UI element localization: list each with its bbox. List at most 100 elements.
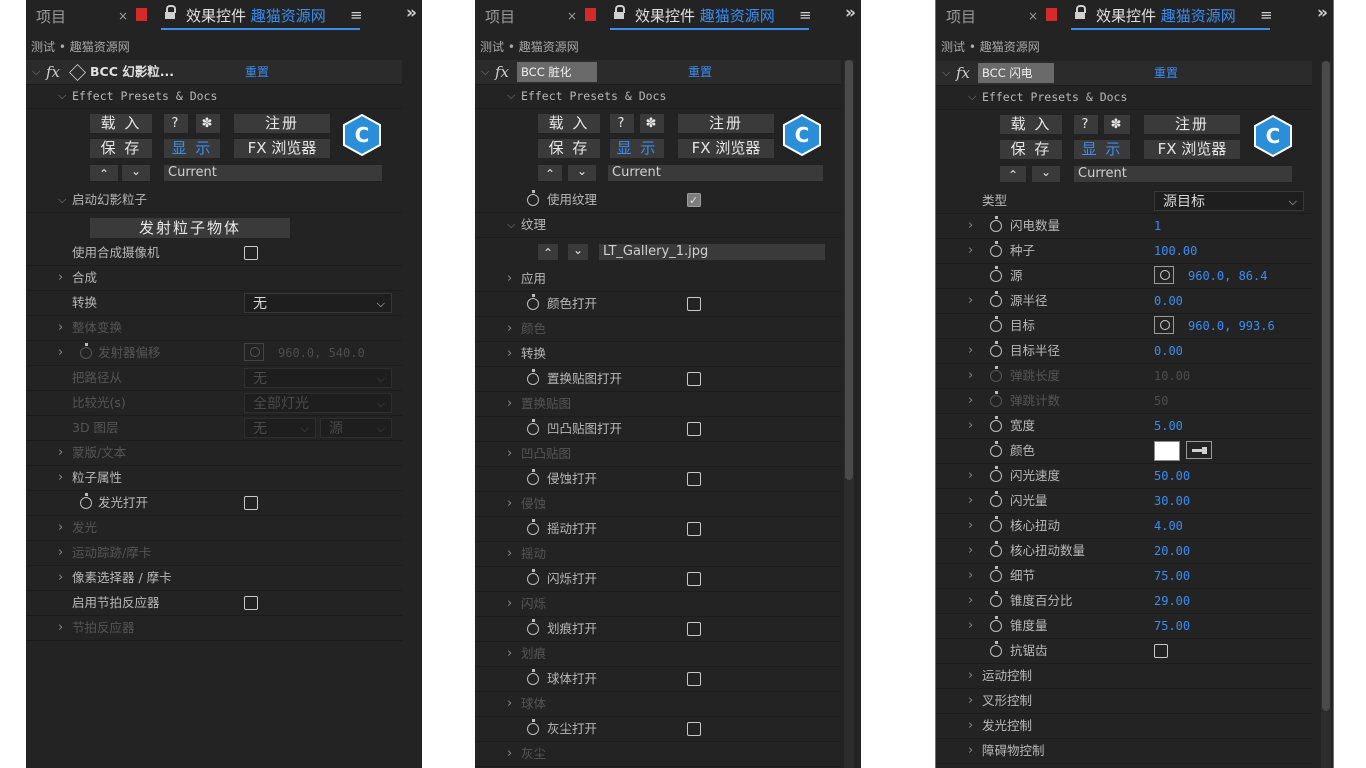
crosshair-icon[interactable]	[244, 343, 264, 361]
chevron-right-icon[interactable]: ›	[968, 464, 973, 488]
stopwatch-icon[interactable]	[990, 291, 1002, 307]
property-row[interactable]: › 锥度量 75.00	[936, 614, 1312, 639]
property-checkbox[interactable]	[687, 722, 701, 736]
numeric-value[interactable]: 10.00	[1154, 364, 1190, 388]
property-row[interactable]: › 锥度百分比 29.00	[936, 589, 1312, 614]
property-checkbox[interactable]	[244, 246, 258, 260]
chevron-right-icon[interactable]: ›	[507, 342, 512, 366]
reset-link[interactable]: 重置	[688, 60, 712, 84]
chevron-right-icon[interactable]: ›	[58, 441, 63, 465]
numeric-value[interactable]: 100.00	[1154, 239, 1197, 263]
lock-icon[interactable]	[1074, 5, 1086, 19]
chevron-down-icon[interactable]: ⌵	[58, 84, 66, 108]
stopwatch-icon[interactable]	[990, 491, 1002, 507]
numeric-value[interactable]: 30.00	[1154, 489, 1190, 513]
property-row[interactable]: › 粒子属性	[26, 466, 402, 491]
property-dropdown[interactable]: 全部灯光 ⌵	[244, 393, 392, 413]
preset-next-button[interactable]: ⌄	[568, 165, 596, 181]
stopwatch-icon[interactable]	[990, 416, 1002, 432]
property-row[interactable]: › 源半径 0.00	[936, 289, 1312, 314]
chevron-right-icon[interactable]: ›	[507, 642, 512, 666]
chevron-right-icon[interactable]: ›	[507, 317, 512, 341]
show-button[interactable]: 显 示	[164, 139, 220, 158]
scrollbar[interactable]	[1321, 61, 1331, 768]
preset-prev-button[interactable]: ⌃	[1000, 166, 1026, 182]
property-row[interactable]: › 灰尘	[475, 742, 841, 767]
stopwatch-icon[interactable]	[527, 469, 539, 485]
type-row[interactable]: 类型 源目标 ⌵	[936, 189, 1312, 214]
property-row[interactable]: 比较光(s) 全部灯光 ⌵	[26, 391, 402, 416]
property-row[interactable]: › 划痕	[475, 642, 841, 667]
property-row[interactable]: › 置换贴图	[475, 392, 841, 417]
stopwatch-icon[interactable]	[990, 441, 1002, 457]
property-row[interactable]: › 障碍物控制	[936, 739, 1312, 764]
property-row[interactable]: › 闪光速度 50.00	[936, 464, 1312, 489]
chevron-down-icon[interactable]: ⌵	[942, 61, 950, 85]
property-row[interactable]: 球体打开	[475, 667, 841, 692]
stopwatch-icon[interactable]	[990, 541, 1002, 557]
preset-next-button[interactable]: ⌄	[1032, 166, 1060, 182]
position-value[interactable]: 960.0, 86.4	[1188, 264, 1267, 288]
overflow-icon[interactable]: »	[1317, 3, 1328, 23]
preset-current-field[interactable]: Current	[608, 165, 823, 181]
property-row[interactable]: › 细节 75.00	[936, 564, 1312, 589]
presets-row[interactable]: ⌵ Effect Presets & Docs	[475, 84, 841, 109]
property-row[interactable]: 转换 无 ⌵	[26, 291, 402, 316]
chevron-right-icon[interactable]: ›	[968, 239, 973, 263]
chevron-down-icon[interactable]: ⌵	[58, 188, 66, 212]
chevron-right-icon[interactable]: ›	[58, 316, 63, 340]
chevron-down-icon[interactable]: ⌵	[968, 85, 976, 109]
stopwatch-icon[interactable]	[527, 569, 539, 585]
chevron-right-icon[interactable]: ›	[968, 489, 973, 513]
numeric-value[interactable]: 50.00	[1154, 464, 1190, 488]
eyedropper-icon[interactable]	[1186, 441, 1212, 459]
chevron-right-icon[interactable]: ›	[968, 289, 973, 313]
stopwatch-icon[interactable]	[527, 669, 539, 685]
property-row[interactable]: 置换贴图打开	[475, 367, 841, 392]
chevron-right-icon[interactable]: ›	[968, 714, 973, 738]
effect-header-row[interactable]: ⌵ fx BCC 幻影粒... 重置	[26, 60, 402, 85]
property-row[interactable]: › 弹跳长度 10.00	[936, 364, 1312, 389]
property-row[interactable]: 抗锯齿	[936, 639, 1312, 664]
stopwatch-icon[interactable]	[990, 316, 1002, 332]
crosshair-icon[interactable]	[1154, 266, 1174, 284]
numeric-value[interactable]: 20.00	[1154, 539, 1190, 563]
type-dropdown[interactable]: 源目标 ⌵	[1154, 191, 1304, 211]
stopwatch-icon[interactable]	[990, 466, 1002, 482]
chevron-right-icon[interactable]: ›	[968, 364, 973, 388]
property-row[interactable]: 凹凸贴图打开	[475, 417, 841, 442]
preset-prev-button[interactable]: ⌃	[90, 165, 118, 181]
fx-browser-button[interactable]: FX 浏览器	[234, 139, 330, 158]
load-button[interactable]: 载 入	[1000, 115, 1062, 134]
chevron-right-icon[interactable]: ›	[968, 539, 973, 563]
property-checkbox[interactable]	[687, 572, 701, 586]
stopwatch-icon[interactable]	[527, 190, 539, 206]
stopwatch-icon[interactable]	[527, 619, 539, 635]
stopwatch-icon[interactable]	[990, 616, 1002, 632]
property-row[interactable]: › 发光控制	[936, 714, 1312, 739]
numeric-value[interactable]: 50	[1154, 389, 1168, 413]
property-row[interactable]: › 球体	[475, 692, 841, 717]
property-row[interactable]: 3D 图层 无 ⌵ 源 ⌵	[26, 416, 402, 441]
fx-icon[interactable]: fx	[956, 61, 970, 85]
property-row[interactable]: › 运动控制	[936, 664, 1312, 689]
property-row[interactable]: › 转换	[475, 342, 841, 367]
register-button[interactable]: 注册	[1144, 115, 1240, 134]
chevron-right-icon[interactable]: ›	[968, 214, 973, 238]
use-texture-row[interactable]: 使用纹理	[475, 188, 841, 213]
tab-effect-controls[interactable]: 效果控件 趣猫资源网	[635, 5, 775, 26]
stopwatch-icon[interactable]	[527, 294, 539, 310]
settings-gear-button[interactable]: ✽	[640, 114, 664, 133]
stopwatch-icon[interactable]	[990, 641, 1002, 657]
help-button[interactable]: ?	[610, 114, 634, 133]
help-button[interactable]: ?	[1074, 115, 1098, 134]
numeric-value[interactable]: 75.00	[1154, 614, 1190, 638]
fx-icon[interactable]: fx	[46, 60, 60, 84]
stopwatch-icon[interactable]	[990, 591, 1002, 607]
stopwatch-icon[interactable]	[80, 493, 92, 509]
tab-effect-controls[interactable]: 效果控件 趣猫资源网	[1096, 5, 1236, 26]
numeric-value[interactable]: 5.00	[1154, 414, 1183, 438]
property-row[interactable]: › 合成	[26, 266, 402, 291]
tab-effect-controls[interactable]: 效果控件 趣猫资源网	[186, 5, 326, 26]
chevron-right-icon[interactable]: ›	[58, 566, 63, 590]
